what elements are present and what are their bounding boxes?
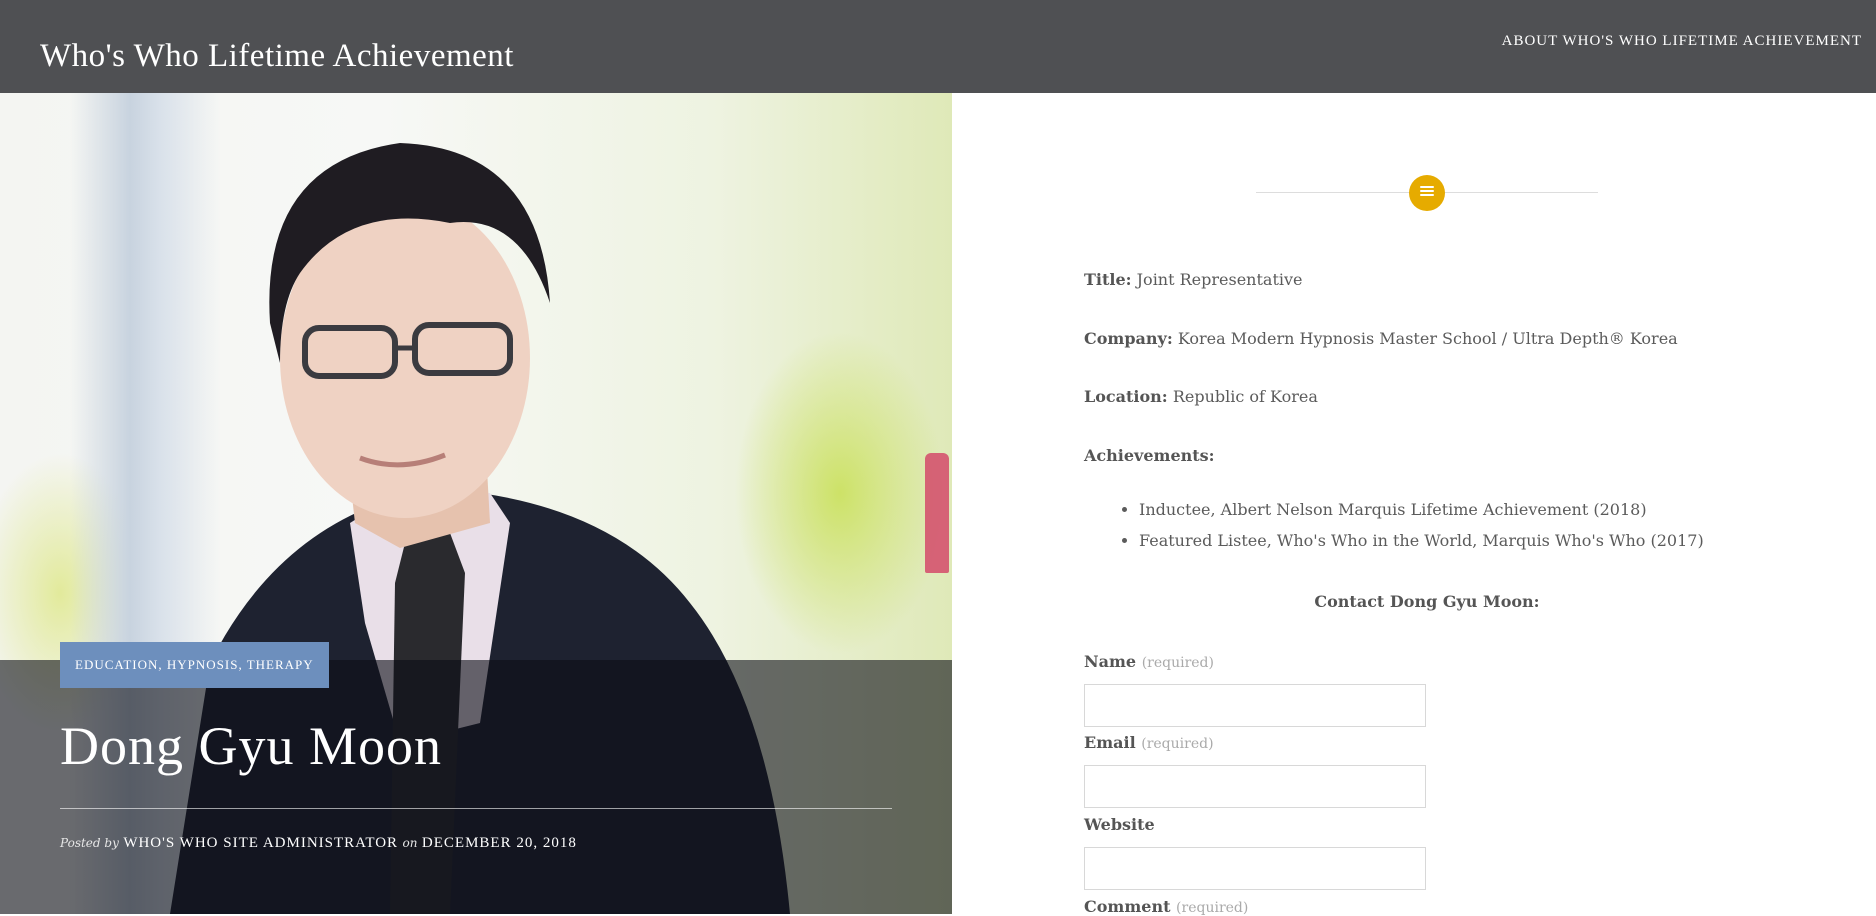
profile-title-row: Title: Joint Representative	[1084, 270, 1303, 289]
hero-divider	[60, 808, 892, 809]
website-label: Website	[1084, 815, 1155, 834]
post-date-link[interactable]: December 20, 2018	[422, 835, 577, 851]
website-field[interactable]	[1084, 847, 1426, 890]
comment-label-text: Comment	[1084, 897, 1171, 916]
featured-image: Education, Hypnosis, Therapy Dong Gyu Mo…	[0, 93, 952, 914]
site-header: Who's Who Lifetime Achievement About Who…	[0, 0, 1876, 93]
site-title[interactable]: Who's Who Lifetime Achievement	[40, 38, 514, 75]
name-label-text: Name	[1084, 652, 1137, 671]
post-format-icon	[1409, 175, 1445, 211]
profile-company-row: Company: Korea Modern Hypnosis Master Sc…	[1084, 329, 1678, 348]
email-label-text: Email	[1084, 733, 1136, 752]
profile-achievements-row: Achievements:	[1084, 446, 1215, 465]
nav-about-link[interactable]: About Who's Who Lifetime Achievement	[1502, 33, 1862, 50]
post-meta: Posted by Who's Who Site Administrator o…	[60, 835, 577, 852]
on-label: on	[402, 836, 418, 850]
location-label: Location:	[1084, 387, 1168, 406]
company-value: Korea Modern Hypnosis Master School / Ul…	[1177, 329, 1678, 348]
list-lines-icon	[1420, 186, 1434, 200]
profile-location-row: Location: Republic of Korea	[1084, 387, 1318, 406]
location-value: Republic of Korea	[1172, 387, 1318, 406]
post-title: Dong Gyu Moon	[60, 716, 443, 776]
background-bottle	[925, 453, 949, 573]
achievements-label: Achievements:	[1084, 446, 1215, 465]
title-value: Joint Representative	[1136, 270, 1303, 289]
contact-heading: Contact Dong Gyu Moon:	[1314, 592, 1540, 611]
achievements-list: Inductee, Albert Nelson Marquis Lifetime…	[1084, 500, 1704, 562]
hero-overlay	[0, 660, 952, 914]
required-note: (required)	[1141, 736, 1214, 752]
company-label: Company:	[1084, 329, 1173, 348]
category-badge[interactable]: Education, Hypnosis, Therapy	[60, 642, 329, 688]
email-field[interactable]	[1084, 765, 1426, 808]
posted-by-label: Posted by	[60, 836, 119, 850]
title-label: Title:	[1084, 270, 1132, 289]
comment-label: Comment (required)	[1084, 897, 1248, 916]
name-label: Name (required)	[1084, 652, 1214, 671]
required-note: (required)	[1141, 655, 1214, 671]
name-field[interactable]	[1084, 684, 1426, 727]
author-link[interactable]: Who's Who Site Administrator	[123, 835, 398, 851]
list-item: Inductee, Albert Nelson Marquis Lifetime…	[1139, 500, 1704, 519]
email-label: Email (required)	[1084, 733, 1214, 752]
website-label-text: Website	[1084, 815, 1155, 834]
list-item: Featured Listee, Who's Who in the World,…	[1139, 531, 1704, 550]
